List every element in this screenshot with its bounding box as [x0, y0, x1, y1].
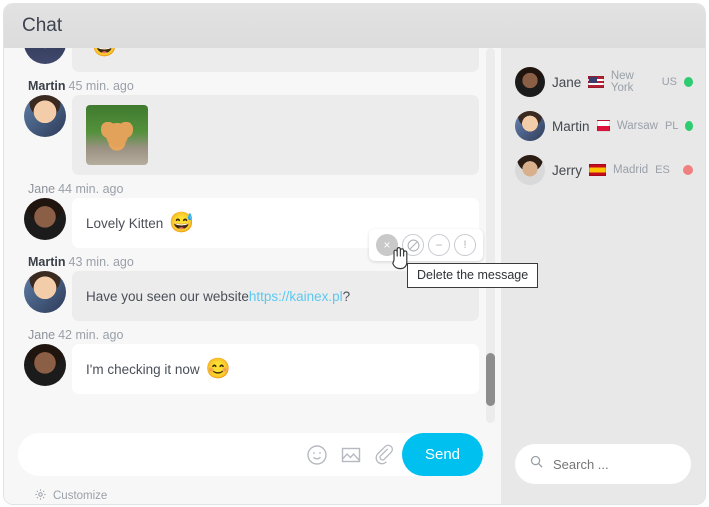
block-message-button[interactable] [402, 234, 424, 256]
image-icon[interactable] [334, 433, 368, 476]
customize-link[interactable]: Customize [18, 476, 483, 504]
user-city: Warsaw [617, 120, 658, 132]
composer: Send [18, 433, 483, 476]
message-bubble: I'm checking it now 😊 [72, 344, 479, 394]
customize-label: Customize [53, 490, 107, 502]
avatar [515, 111, 545, 141]
message-time: 44 min. ago [58, 182, 123, 196]
user-list-item[interactable]: Jerry Madrid ES [501, 148, 705, 192]
search-icon [529, 454, 544, 474]
minus-icon: − [435, 238, 442, 252]
message-header: Jane44 min. ago [14, 178, 479, 198]
hide-message-button[interactable]: − [428, 234, 450, 256]
message-link[interactable]: https://kainex.pl [249, 289, 343, 304]
exclamation-icon: ! [463, 239, 466, 251]
smiley-icon[interactable] [300, 433, 334, 476]
message-bubble: 😀 [72, 48, 479, 72]
user-list-item[interactable]: Martin Warsaw PL [501, 104, 705, 148]
flag-icon-pl [597, 120, 610, 132]
status-badge [683, 165, 693, 175]
user-country: PL [665, 120, 678, 132]
report-message-button[interactable]: ! [454, 234, 476, 256]
titlebar: Chat [4, 4, 705, 48]
message-emoji: 😊 [206, 359, 231, 379]
message-actions-toolbar[interactable]: × − ! [369, 229, 483, 261]
message-sender: Jane [28, 182, 55, 196]
paperclip-icon[interactable] [368, 433, 402, 476]
message-text: I'm checking it now [86, 362, 200, 377]
avatar [24, 95, 66, 137]
message-time: 42 min. ago [58, 328, 123, 342]
status-badge [685, 121, 693, 131]
message-header: Martin45 min. ago [14, 75, 479, 95]
avatar [24, 198, 66, 240]
user-name: Jane [552, 75, 581, 90]
chat-panel: 😀 Martin45 min. ago [4, 48, 501, 504]
message-text: Have you seen our website [86, 289, 249, 304]
search-box[interactable] [515, 444, 691, 484]
avatar [24, 271, 66, 313]
user-name: Martin [552, 119, 590, 134]
search-input[interactable] [553, 457, 705, 472]
delete-message-button[interactable]: × [376, 234, 398, 256]
send-button[interactable]: Send [402, 433, 483, 476]
message-text-after: ? [343, 289, 351, 304]
flag-icon-us [588, 76, 604, 88]
search-area [501, 444, 705, 504]
user-list: Jane New York US Martin Warsaw PL Je [501, 48, 705, 192]
avatar [24, 48, 66, 64]
message-text: Lovely Kitten [86, 216, 163, 231]
message-header: Jane42 min. ago [14, 324, 479, 344]
status-badge [684, 77, 693, 87]
message-sender: Jane [28, 328, 55, 342]
window-body: 😀 Martin45 min. ago [4, 48, 705, 504]
ban-icon [407, 239, 420, 252]
message-image[interactable] [86, 105, 148, 165]
user-name: Jerry [552, 163, 582, 178]
user-city: New York [611, 70, 655, 94]
message-item[interactable]: Martin45 min. ago [14, 75, 479, 178]
message-scrollbar[interactable] [486, 48, 495, 423]
scrollbar-thumb[interactable] [486, 353, 495, 406]
message-time: 45 min. ago [69, 79, 134, 93]
avatar [515, 155, 545, 185]
user-country: US [662, 76, 677, 88]
window-title: Chat [22, 15, 62, 37]
close-icon: × [383, 238, 390, 252]
avatar [515, 67, 545, 97]
message-emoji: 😀 [92, 48, 117, 57]
chat-window: Chat 😀 Martin45 min. ago [4, 4, 705, 504]
user-country: ES [655, 164, 670, 176]
message-sender: Martin [28, 255, 66, 269]
avatar [24, 344, 66, 386]
user-city: Madrid [613, 164, 648, 176]
message-input[interactable] [18, 447, 300, 462]
message-bubble [72, 95, 479, 175]
composer-area: Send Customize [4, 423, 501, 504]
flag-icon-es [589, 164, 606, 176]
message-emoji: 😅 [169, 213, 194, 233]
message-item[interactable]: 😀 [14, 48, 479, 75]
action-tooltip: Delete the message [407, 263, 538, 288]
message-item[interactable]: Jane42 min. ago I'm checking it now 😊 [14, 324, 479, 397]
gear-icon [34, 488, 47, 504]
message-time: 43 min. ago [69, 255, 134, 269]
message-sender: Martin [28, 79, 66, 93]
user-list-item[interactable]: Jane New York US [501, 60, 705, 104]
